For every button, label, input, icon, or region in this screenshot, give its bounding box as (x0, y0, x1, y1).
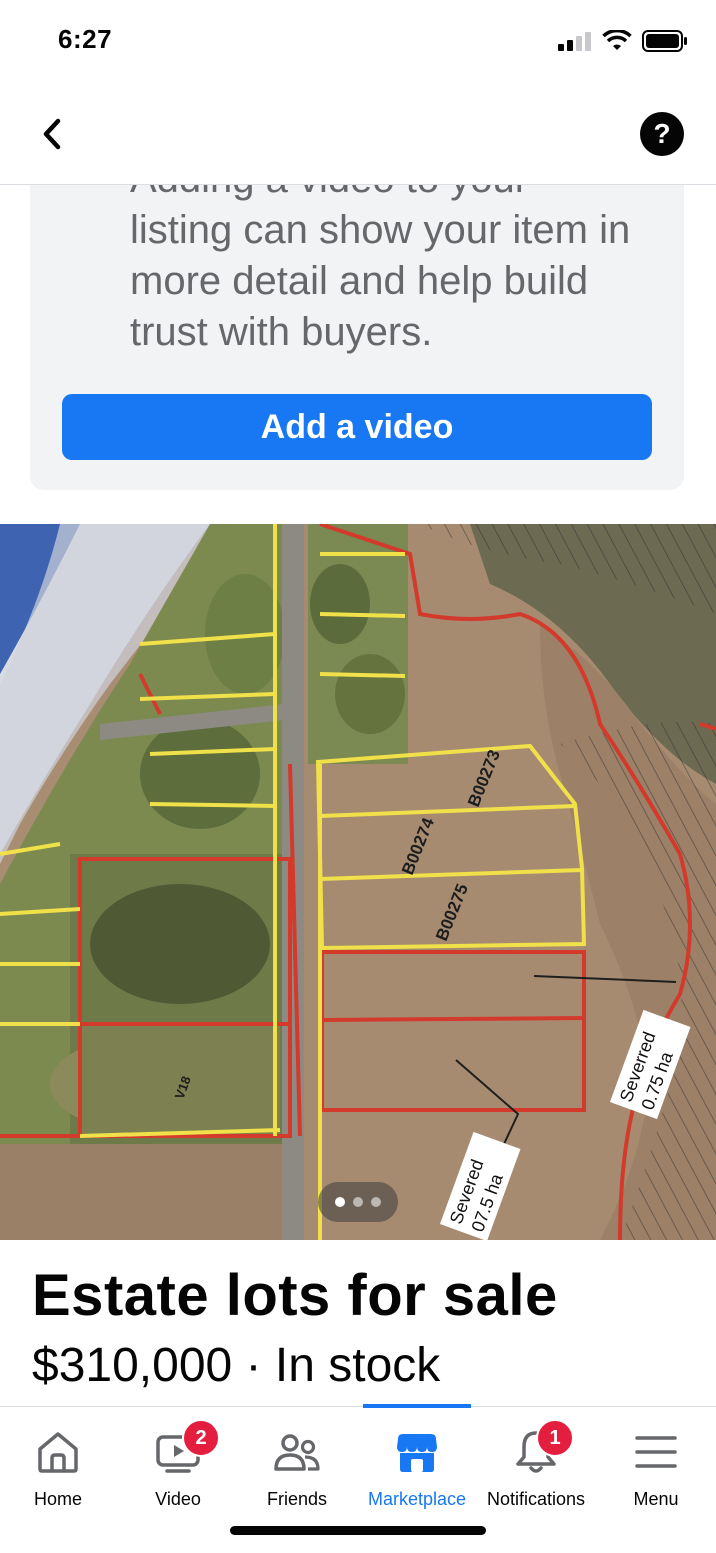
nav-friends-label: Friends (266, 1489, 328, 1509)
help-icon: ? (653, 118, 671, 149)
availability-status: In stock (274, 1339, 441, 1392)
home-icon (38, 1432, 78, 1473)
status-time: 6:27 (58, 24, 113, 54)
nav-marketplace[interactable]: Marketplace (357, 1407, 477, 1517)
listing-price-row: $310,000 · In stock (32, 1338, 440, 1393)
survey-map-image: B00273 B00274 B00275 V18 Severed 07.5 ha… (0, 524, 716, 1240)
top-header: ? (0, 86, 716, 185)
photo-page-indicator[interactable] (318, 1182, 398, 1222)
notifications-badge: 1 (536, 1419, 574, 1457)
nav-video[interactable]: 2 Video (118, 1407, 238, 1517)
back-button[interactable] (30, 112, 74, 156)
listing-photo[interactable]: B00273 B00274 B00275 V18 Severed 07.5 ha… (0, 524, 716, 1240)
nav-menu[interactable]: Menu (596, 1407, 716, 1517)
nav-menu-label: Menu (633, 1489, 679, 1509)
page-dot-2[interactable] (353, 1197, 363, 1207)
status-bar: 6:27 (0, 0, 716, 86)
battery-icon (642, 30, 687, 52)
signal-icon (558, 32, 591, 51)
add-video-button[interactable]: Add a video (62, 394, 652, 460)
wifi-icon (602, 30, 632, 50)
video-prompt-text-main: listing can show your item in more detai… (130, 208, 631, 354)
listing-title: Estate lots for sale (32, 1263, 558, 1328)
status-icons (558, 30, 688, 52)
page-dot-3[interactable] (371, 1197, 381, 1207)
add-video-card: Adding a video to your listing can show … (30, 150, 684, 490)
friends-icon (274, 1434, 320, 1471)
help-button[interactable]: ? (640, 112, 684, 156)
video-badge: 2 (182, 1419, 220, 1457)
nav-home[interactable]: Home (0, 1407, 118, 1517)
page-dot-1[interactable] (335, 1197, 345, 1207)
nav-home-label: Home (33, 1489, 82, 1509)
nav-marketplace-label: Marketplace (367, 1489, 467, 1509)
marketplace-icon (397, 1434, 437, 1472)
nav-video-label: Video (155, 1489, 201, 1509)
listing-price: $310,000 (32, 1339, 233, 1392)
chevron-left-icon (43, 118, 61, 150)
nav-friends[interactable]: Friends (237, 1407, 357, 1517)
price-separator: · (232, 1339, 275, 1392)
menu-icon (635, 1436, 677, 1468)
home-indicator[interactable] (230, 1526, 486, 1535)
nav-notifications[interactable]: 1 Notifications (476, 1407, 596, 1517)
nav-notifications-label: Notifications (486, 1489, 586, 1509)
